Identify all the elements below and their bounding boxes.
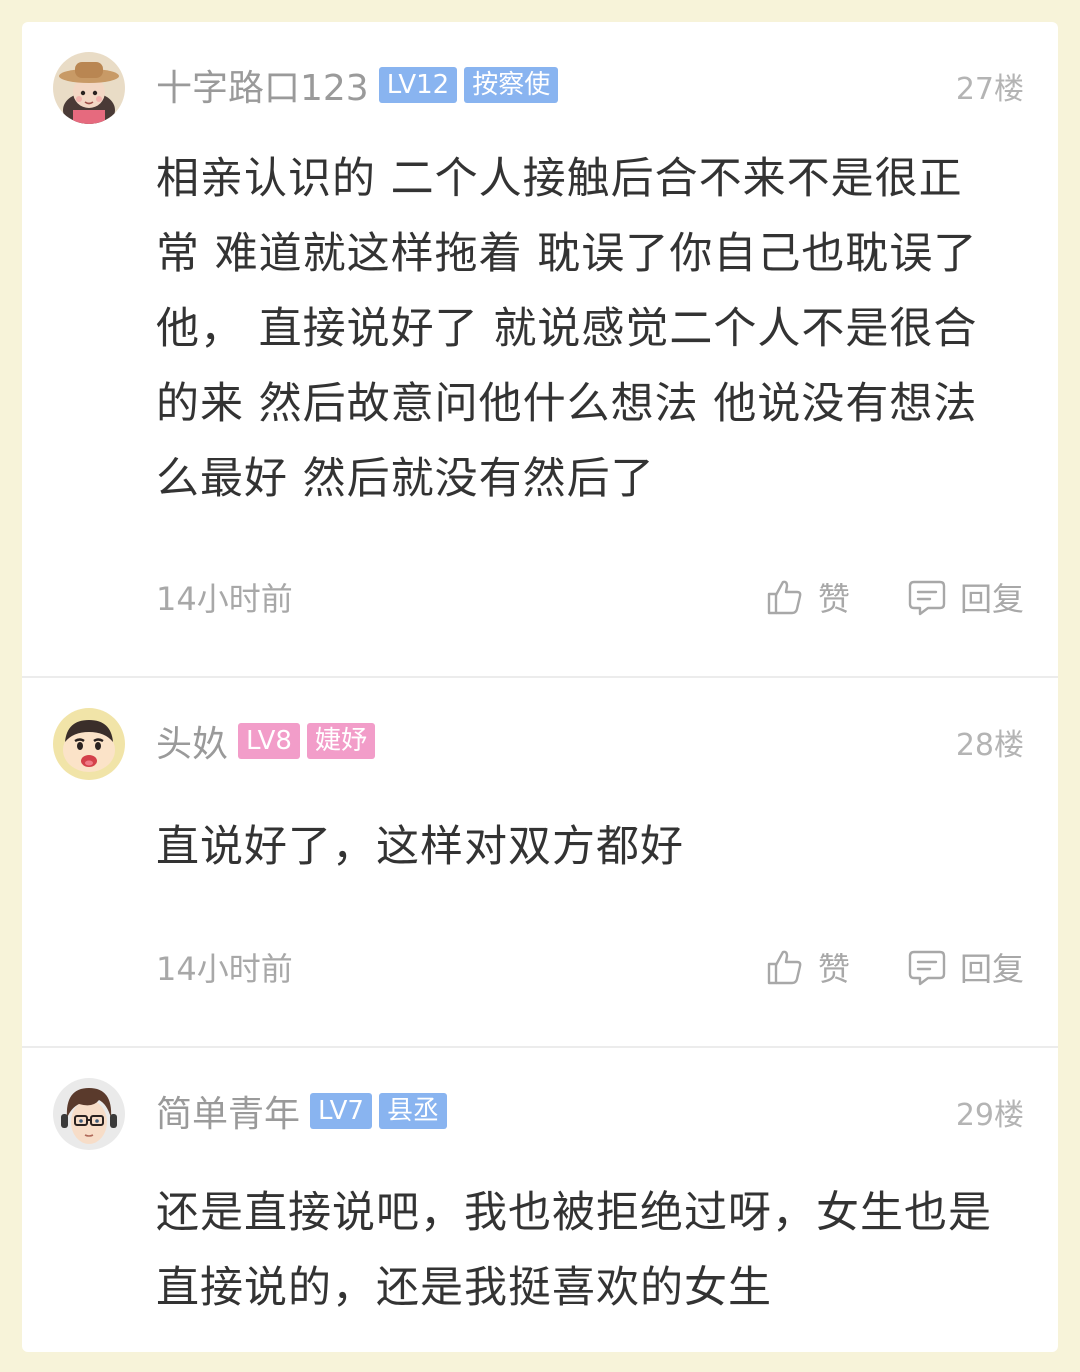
reply-button[interactable]: 回复 — [906, 944, 1024, 990]
level-badge: LV8 — [238, 723, 300, 759]
comment-list: 十字路口123 LV12 按察使 27楼 相亲认识的 二个人接触后合不来不是很正… — [22, 22, 1058, 1352]
cartoon-boy-avatar-icon — [53, 708, 125, 780]
like-label: 赞 — [817, 580, 850, 618]
anime-boy-glasses-avatar-icon — [53, 1078, 125, 1150]
comment-item: 简单青年 LV7 县丞 29楼 还是直接说吧，我也被拒绝过呀，女生也是直接说的，… — [22, 1048, 1058, 1352]
reply-button[interactable]: 回复 — [906, 574, 1024, 620]
like-button[interactable]: 赞 — [764, 574, 850, 620]
cowboy-girl-avatar-icon — [53, 52, 125, 124]
username[interactable]: 头奺 — [156, 715, 228, 767]
username[interactable]: 简单青年 — [156, 1085, 300, 1137]
comment-header: 十字路口123 LV12 按察使 — [156, 59, 565, 111]
title-badge: 县丞 — [378, 1093, 447, 1129]
user-avatar[interactable] — [53, 52, 125, 124]
thumbs-up-icon — [767, 580, 802, 615]
comment-bubble-icon — [908, 580, 946, 616]
comment-item: 头奺 LV8 婕妤 28楼 直说好了，这样对双方都好 14小时前 赞 回复 — [22, 678, 1058, 1048]
level-badge: LV12 — [378, 67, 458, 103]
comment-item: 十字路口123 LV12 按察使 27楼 相亲认识的 二个人接触后合不来不是很正… — [22, 22, 1058, 678]
comment-header: 头奺 LV8 婕妤 — [156, 715, 382, 767]
floor-number: 29楼 — [955, 1098, 1024, 1133]
floor-number: 28楼 — [955, 728, 1024, 763]
user-avatar[interactable] — [53, 1078, 125, 1150]
level-badge: LV7 — [310, 1093, 372, 1129]
comment-content: 相亲认识的 二个人接触后合不来不是很正常 难道就这样拖着 耽误了你自己也耽误了他… — [156, 154, 978, 504]
comment-time: 14小时前 — [156, 580, 293, 618]
like-label: 赞 — [817, 950, 850, 988]
user-avatar[interactable] — [53, 708, 125, 780]
reply-label: 回复 — [959, 950, 1024, 988]
title-badge: 按察使 — [464, 67, 559, 103]
comment-bubble-icon — [908, 950, 946, 986]
thumbs-up-icon — [767, 950, 802, 985]
title-badge: 婕妤 — [306, 723, 375, 759]
like-button[interactable]: 赞 — [764, 944, 850, 990]
comment-content: 直说好了，这样对双方都好 — [156, 822, 684, 872]
comment-header: 简单青年 LV7 县丞 — [156, 1085, 454, 1137]
floor-number: 27楼 — [955, 72, 1024, 107]
comment-time: 14小时前 — [156, 950, 293, 988]
reply-label: 回复 — [959, 580, 1024, 618]
comment-footer: 14小时前 赞 回复 — [156, 944, 1024, 990]
comment-footer: 14小时前 赞 回复 — [156, 574, 1024, 620]
comment-content: 还是直接说吧，我也被拒绝过呀，女生也是直接说的，还是我挺喜欢的女生 — [156, 1188, 992, 1313]
username[interactable]: 十字路口123 — [156, 59, 369, 111]
